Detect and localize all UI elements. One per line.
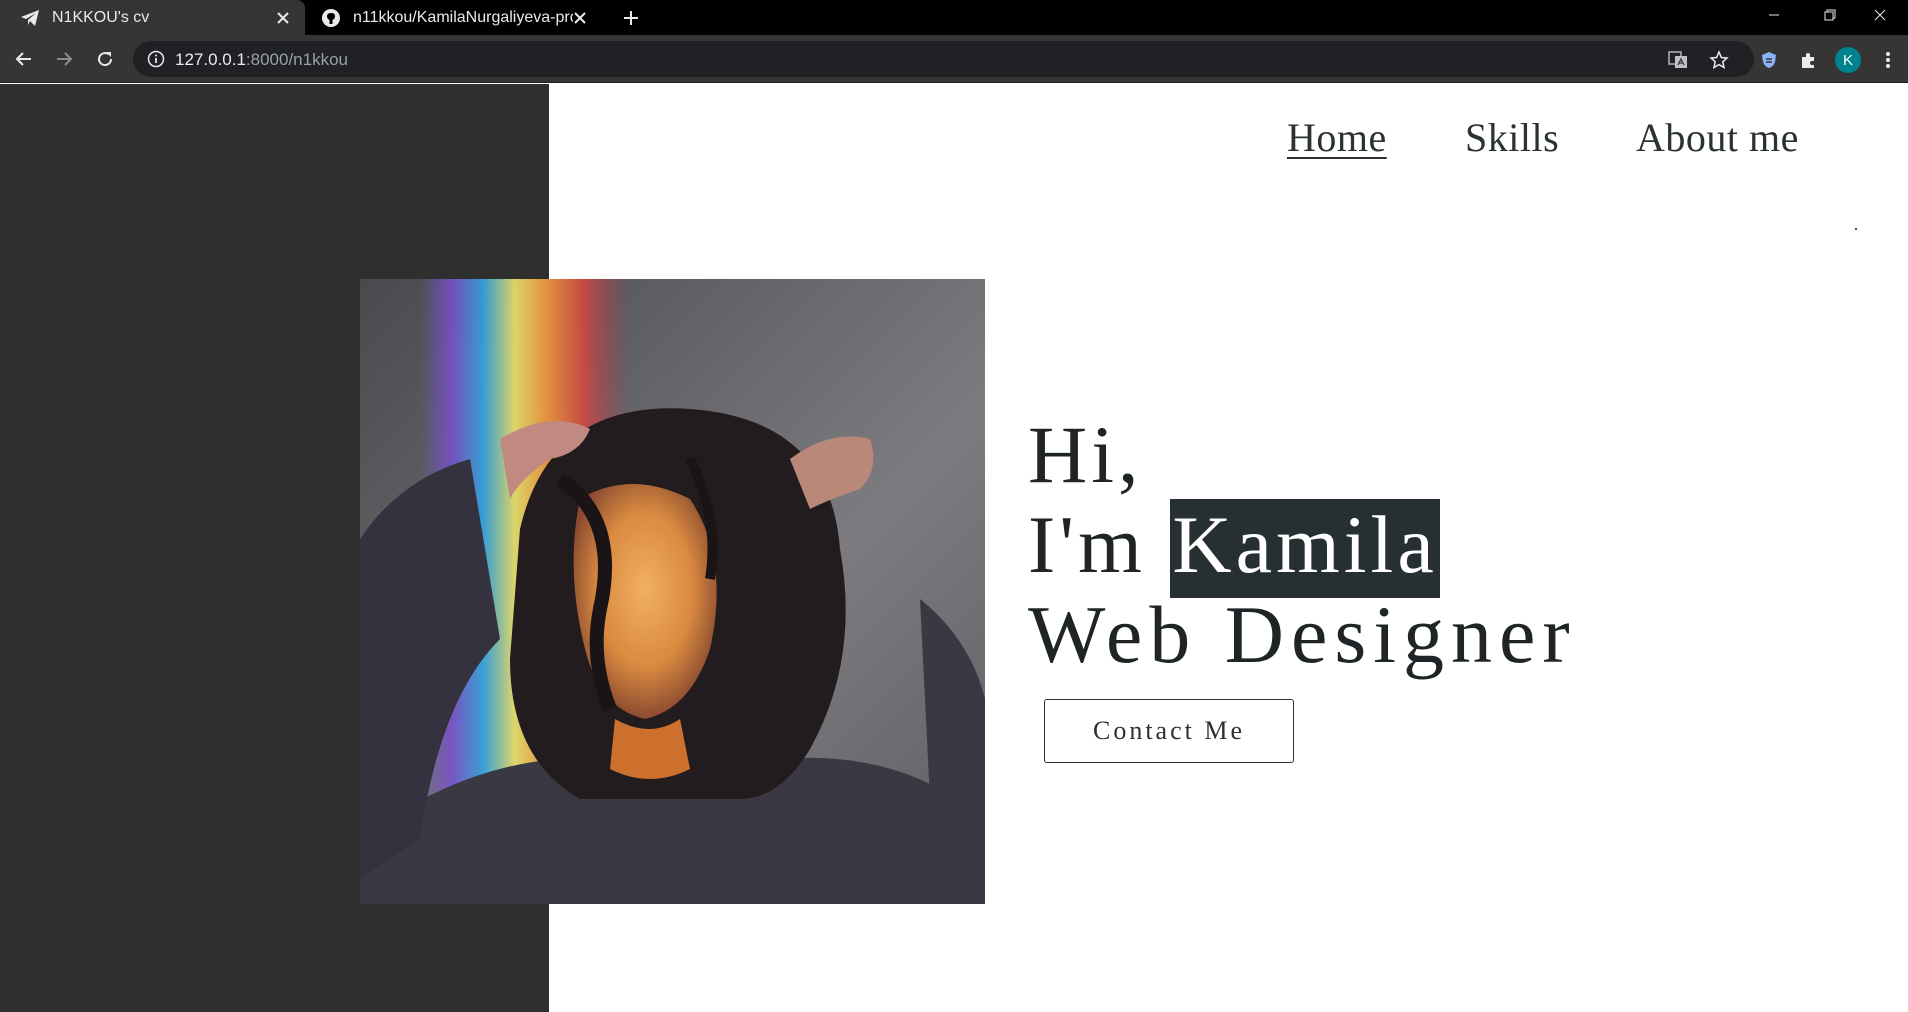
reload-icon[interactable]	[91, 45, 119, 73]
close-icon[interactable]	[273, 8, 293, 28]
avatar-initial: K	[1842, 51, 1853, 69]
hero-name-highlight: Kamila	[1170, 499, 1440, 598]
nav-skills[interactable]: Skills	[1465, 114, 1559, 161]
extension-shield-icon[interactable]	[1757, 48, 1781, 72]
nav-about-me[interactable]: About me	[1636, 114, 1799, 161]
url-text: 127.0.0.1:8000/n1kkou	[175, 50, 348, 70]
forward-arrow-icon[interactable]	[50, 45, 78, 73]
new-tab-button[interactable]	[617, 4, 645, 32]
tab-cv[interactable]: N1KKOU's cv	[0, 0, 305, 35]
github-icon	[320, 7, 342, 29]
info-icon[interactable]	[147, 50, 165, 68]
browser-toolbar: 127.0.0.1:8000/n1kkou K	[0, 35, 1908, 83]
tab-title: N1KKOU's cv	[52, 8, 150, 26]
hero-intro-prefix: I'm	[1028, 499, 1171, 590]
url-host: 127.0.0.1	[175, 50, 246, 69]
profile-avatar[interactable]: K	[1835, 47, 1861, 73]
tab-github[interactable]: n11kkou/KamilaNurgaliyeva-prof	[310, 0, 602, 35]
minimize-icon[interactable]	[1746, 0, 1802, 30]
profile-photo	[360, 279, 985, 904]
kebab-menu-icon[interactable]	[1876, 48, 1900, 72]
translate-icon[interactable]	[1667, 49, 1689, 71]
address-bar[interactable]: 127.0.0.1:8000/n1kkou	[133, 41, 1754, 77]
window-close-icon[interactable]	[1852, 0, 1908, 30]
hero-role: Web Designer	[1028, 589, 1577, 680]
telegram-plane-icon	[19, 7, 41, 29]
close-icon[interactable]	[570, 8, 590, 28]
page-content: Home Skills About me Hi, I'm Kamila Web …	[0, 84, 1908, 1012]
tab-strip: N1KKOU's cv n11kkou/KamilaNurgaliyeva-pr…	[0, 0, 1908, 35]
contact-me-button[interactable]: Contact Me	[1044, 699, 1294, 763]
tab-title: n11kkou/KamilaNurgaliyeva-prof	[353, 8, 573, 26]
url-path: :8000/n1kkou	[245, 50, 348, 69]
restore-icon[interactable]	[1802, 0, 1858, 30]
hero-intro: I'm Kamila	[1028, 499, 1440, 598]
extensions-puzzle-icon[interactable]	[1797, 48, 1821, 72]
hero-greeting: Hi,	[1028, 409, 1143, 500]
bookmark-star-icon[interactable]	[1708, 49, 1730, 71]
nav-home[interactable]: Home	[1287, 114, 1387, 161]
back-arrow-icon[interactable]	[10, 45, 38, 73]
decorative-dot	[1855, 228, 1857, 230]
